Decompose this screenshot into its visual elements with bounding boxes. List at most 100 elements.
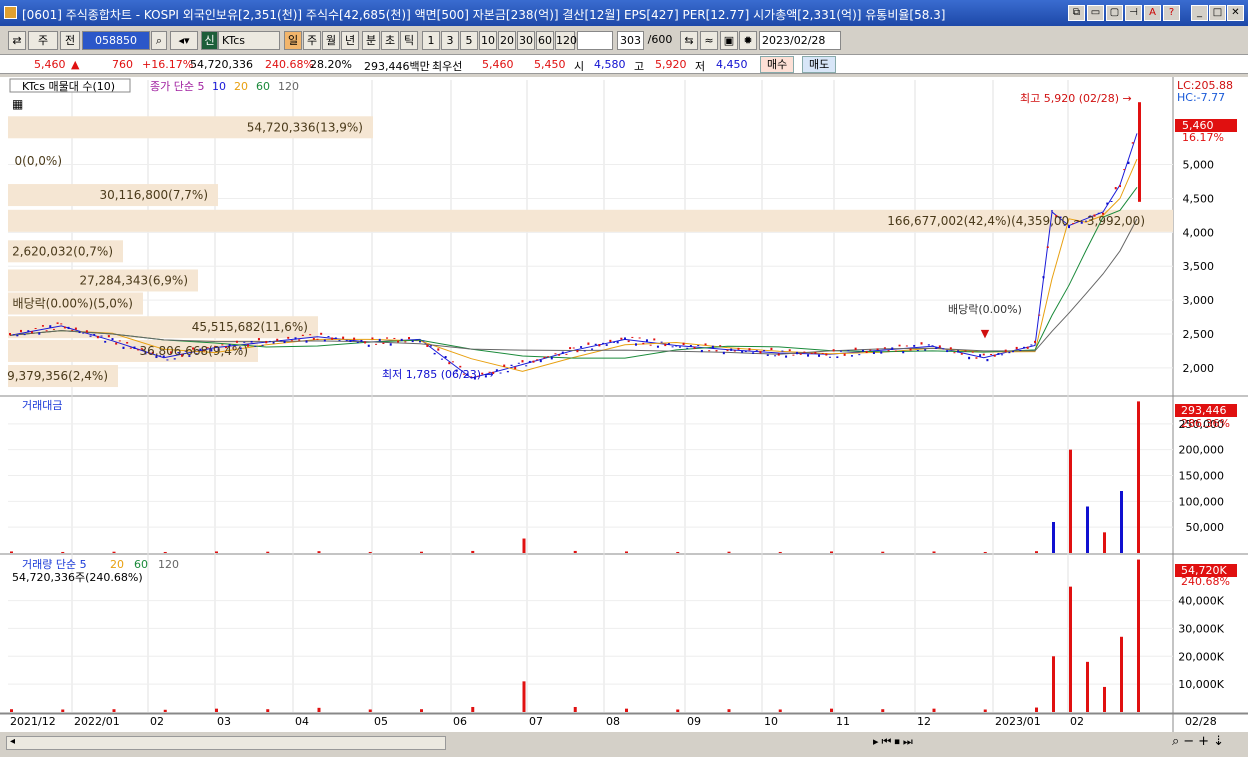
minimize-button[interactable]: _ bbox=[1191, 5, 1208, 21]
amount-bar bbox=[163, 551, 167, 553]
pin-icon[interactable]: ⊣ bbox=[1125, 5, 1142, 21]
candle bbox=[323, 339, 326, 342]
candle bbox=[82, 332, 85, 334]
candle bbox=[243, 341, 246, 343]
bottom-scrollbar[interactable]: ◂ ▸⏮⏹⏭ ⌕−+⇣ bbox=[0, 733, 1248, 753]
window-icon[interactable]: ▢ bbox=[1106, 5, 1123, 21]
close-button[interactable]: ✕ bbox=[1227, 5, 1244, 21]
candle bbox=[960, 353, 963, 355]
candle bbox=[550, 357, 553, 360]
candle bbox=[1023, 346, 1026, 349]
zoom-icon[interactable]: ⇆ bbox=[680, 31, 698, 50]
volume-profile-label: 27,284,343(6,9%) bbox=[79, 273, 188, 287]
candle bbox=[905, 345, 908, 347]
candle bbox=[839, 350, 842, 352]
code-input[interactable]: 058850 bbox=[82, 31, 150, 50]
candle bbox=[631, 336, 634, 338]
volume-bar bbox=[727, 709, 731, 712]
interval-3[interactable]: 3 bbox=[441, 31, 459, 50]
high-annotation: 최고 5,920 (02/28) → bbox=[1020, 92, 1132, 105]
candle bbox=[364, 341, 367, 344]
period-month[interactable]: 월 bbox=[322, 31, 340, 50]
interval-20[interactable]: 20 bbox=[498, 31, 516, 50]
buy-button[interactable]: 매수 bbox=[760, 56, 795, 73]
help-icon[interactable]: ? bbox=[1163, 5, 1180, 21]
stock-chart[interactable]: 2,000 2,500 3,000 3,500 4,000 4,500 5,000 50,00… bbox=[0, 77, 1248, 732]
candle bbox=[572, 347, 575, 349]
candle bbox=[949, 347, 952, 350]
current-price: 5,460 bbox=[34, 58, 66, 71]
candle bbox=[367, 344, 370, 347]
chart-icon[interactable]: ≈ bbox=[700, 31, 718, 50]
speaker-icon[interactable]: ◂▾ bbox=[170, 31, 198, 50]
period-week[interactable]: 주 bbox=[303, 31, 321, 50]
link-icon[interactable]: ⧉ bbox=[1068, 5, 1085, 21]
candle bbox=[305, 340, 308, 343]
interval-30[interactable]: 30 bbox=[517, 31, 535, 50]
panel1-legend-item: 20 bbox=[234, 80, 248, 93]
grid bbox=[0, 77, 1248, 732]
save-icon[interactable]: ▣ bbox=[720, 31, 738, 50]
candle bbox=[781, 350, 784, 352]
candle bbox=[752, 352, 755, 354]
amount-bar bbox=[368, 551, 372, 553]
zoom-icons[interactable]: ⌕−+⇣ bbox=[1172, 734, 1228, 749]
turnover: 28.20% bbox=[310, 58, 352, 71]
candle bbox=[312, 338, 315, 340]
toolbar: ⇄ 주 전 058850 ⌕ ◂▾ 신 KTcs 일 주 월 년 분 초 틱 1… bbox=[0, 30, 1248, 52]
font-icon[interactable]: A bbox=[1144, 5, 1161, 21]
x-axis-label: 02 bbox=[150, 715, 164, 728]
candle bbox=[975, 357, 978, 359]
candle bbox=[993, 354, 996, 357]
maximize-button[interactable]: □ bbox=[1209, 5, 1226, 21]
interval-10[interactable]: 10 bbox=[479, 31, 497, 50]
scroll-left-icon[interactable]: ◂ bbox=[10, 736, 15, 747]
panel3-legend-item: 60 bbox=[134, 558, 148, 571]
candle bbox=[865, 350, 868, 354]
interval-120[interactable]: 120 bbox=[555, 31, 577, 50]
interval-input[interactable] bbox=[577, 31, 613, 50]
tool-icon[interactable]: ⇄ bbox=[8, 31, 26, 50]
count-input[interactable]: 303 bbox=[617, 31, 644, 50]
panel3-header: 54,720,336주(240.68%) bbox=[12, 571, 143, 584]
amount-bar bbox=[932, 551, 936, 553]
amount-bar bbox=[1103, 532, 1106, 553]
chart-area[interactable]: 2,000 2,500 3,000 3,500 4,000 4,500 5,000 50,00… bbox=[0, 77, 1248, 732]
amount-bar bbox=[1086, 506, 1089, 553]
candle bbox=[353, 337, 356, 340]
volume-bar bbox=[1103, 686, 1106, 712]
candle bbox=[785, 355, 788, 358]
tile-icon[interactable]: ▭ bbox=[1087, 5, 1104, 21]
volume-bar bbox=[368, 709, 372, 712]
interval-1[interactable]: 1 bbox=[422, 31, 440, 50]
settings-icon[interactable]: ✹ bbox=[739, 31, 757, 50]
candle bbox=[565, 353, 568, 355]
candle bbox=[957, 350, 960, 353]
candle bbox=[576, 350, 579, 353]
period-second[interactable]: 초 bbox=[381, 31, 399, 50]
sell-button[interactable]: 매도 bbox=[802, 56, 837, 73]
search-icon[interactable]: ⌕ bbox=[151, 31, 167, 50]
candle bbox=[733, 350, 736, 352]
candle bbox=[532, 360, 535, 363]
volume-bar bbox=[1086, 661, 1089, 712]
date-input[interactable]: 2023/02/28 bbox=[759, 31, 841, 50]
candle bbox=[598, 344, 601, 347]
candle bbox=[924, 349, 927, 351]
period-year[interactable]: 년 bbox=[341, 31, 359, 50]
candle bbox=[429, 345, 432, 347]
scroll-track[interactable] bbox=[6, 736, 446, 750]
period-minute[interactable]: 분 bbox=[362, 31, 380, 50]
volume-bar bbox=[983, 709, 987, 712]
candle bbox=[129, 347, 132, 349]
interval-5[interactable]: 5 bbox=[460, 31, 478, 50]
period-tick[interactable]: 틱 bbox=[400, 31, 418, 50]
panel1-legend-item: 10 bbox=[212, 80, 226, 93]
playback-icons[interactable]: ▸⏮⏹⏭ bbox=[873, 735, 916, 749]
volume-bars bbox=[10, 559, 1140, 712]
period-day[interactable]: 일 bbox=[284, 31, 302, 50]
main-select[interactable]: 주 bbox=[28, 31, 58, 50]
candle bbox=[916, 350, 919, 352]
prev-button[interactable]: 전 bbox=[60, 31, 80, 50]
interval-60[interactable]: 60 bbox=[536, 31, 554, 50]
